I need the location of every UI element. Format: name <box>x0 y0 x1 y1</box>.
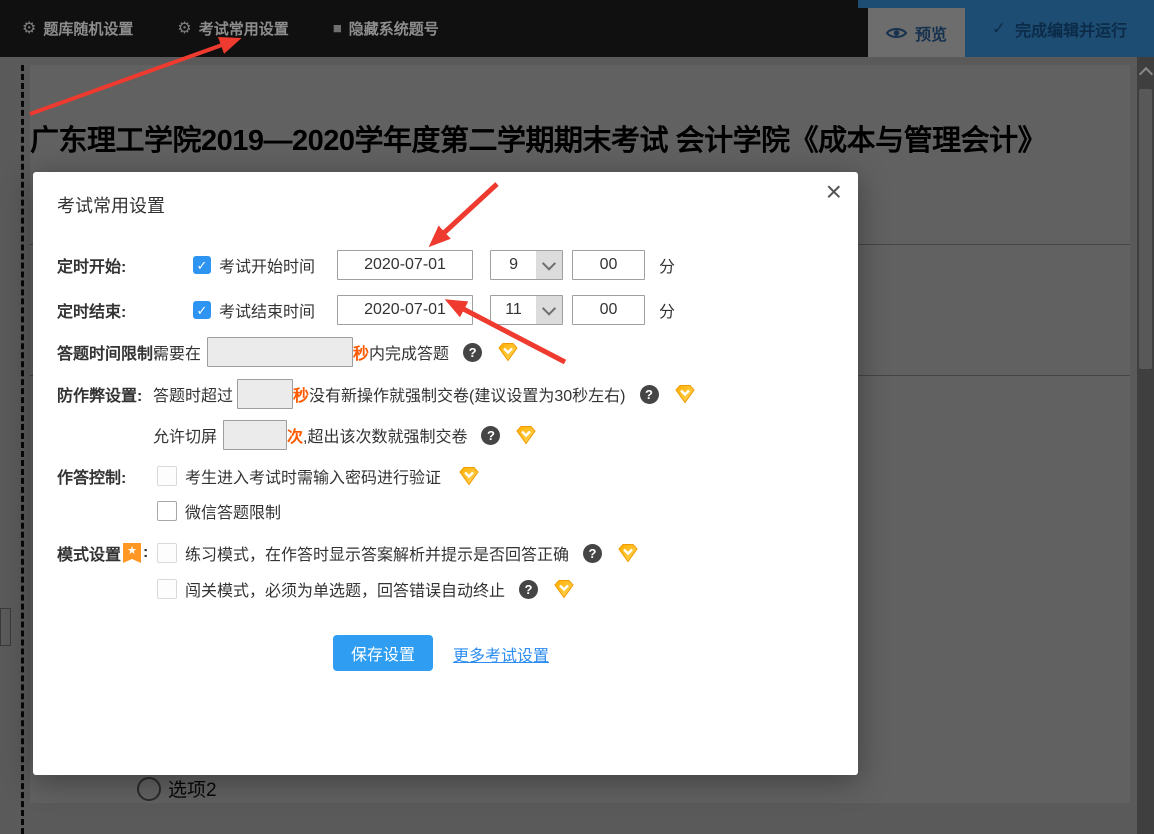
mode-label-colon: : <box>143 544 149 561</box>
switch-count-input[interactable] <box>223 420 288 450</box>
mode-label: 模式设置 ★ : <box>57 540 148 566</box>
end-minute-input[interactable] <box>572 295 646 325</box>
close-icon[interactable]: × <box>826 178 842 206</box>
top-toolbar: ⚙ 题库随机设置 ⚙ 考试常用设置 ■ 隐藏系统题号 预览 ✓ 完成编辑并运行 <box>0 0 1154 57</box>
star-icon: ★ <box>127 545 137 557</box>
row-label: 作答控制: <box>57 470 127 487</box>
scroll-up-arrow-icon[interactable] <box>1138 66 1154 82</box>
row-anti-cheat: 防作弊设置: 答题时超过 秒 没有新操作就强制交卷(建议设置为30秒左右) ? <box>33 378 858 410</box>
help-icon[interactable]: ? <box>583 543 603 563</box>
row-label: 答题时间限制: <box>57 346 159 363</box>
exam-settings-modal: 考试常用设置 × 定时开始: ✓ 考试开始时间 9 分 定时结束: ✓ 考试结束… <box>33 172 858 775</box>
tab-label: 题库随机设置 <box>43 21 134 38</box>
tab-label: 隐藏系统题号 <box>348 21 439 38</box>
password-label: 考生进入考试时需输入密码进行验证 <box>185 470 442 487</box>
seconds-unit: 秒 <box>293 388 310 405</box>
row-time-limit: 答题时间限制: 需要在 秒 内完成答题 ? <box>33 336 858 368</box>
vip-gem-icon <box>498 343 518 362</box>
help-icon[interactable]: ? <box>519 579 539 599</box>
finish-label: 完成编辑并运行 <box>1015 22 1128 40</box>
check-icon: ✓ <box>196 257 208 273</box>
screen-switch-after: ,超出该次数就强制交卷 <box>303 429 468 446</box>
help-icon[interactable]: ? <box>463 342 483 362</box>
end-date-input[interactable] <box>337 295 474 325</box>
end-time-label: 考试结束时间 <box>219 304 316 321</box>
help-icon[interactable]: ? <box>639 384 659 404</box>
check-icon: ✓ <box>991 18 1007 38</box>
tab-hide-system-numbers[interactable]: ■ 隐藏系统题号 <box>333 18 439 39</box>
finish-edit-run-button[interactable]: ✓ 完成编辑并运行 <box>965 0 1154 57</box>
start-time-label: 考试开始时间 <box>219 259 316 276</box>
check-icon: ✓ <box>196 302 208 318</box>
screen-switch-before: 允许切屏 <box>153 429 218 446</box>
star-badge-icon: ★ <box>123 543 142 563</box>
eye-icon <box>885 27 907 38</box>
idle-seconds-input[interactable] <box>237 379 294 409</box>
time-limit-input[interactable] <box>207 337 354 367</box>
chevron-down-icon <box>536 251 563 279</box>
wechat-checkbox[interactable] <box>157 501 177 521</box>
gear-icon: ⚙ <box>22 19 37 37</box>
start-date-input[interactable] <box>337 250 474 280</box>
vip-gem-icon <box>459 467 479 486</box>
tab-question-bank-random-settings[interactable]: ⚙ 题库随机设置 <box>22 18 133 39</box>
practice-mode-label: 练习模式，在作答时显示答案解析并提示是否回答正确 <box>185 547 570 564</box>
row-mode-practice: 模式设置 ★ : 练习模式，在作答时显示答案解析并提示是否回答正确 ? <box>33 540 858 566</box>
scrollbar-thumb[interactable] <box>1139 89 1152 369</box>
times-unit: 次 <box>287 429 304 446</box>
anti-cheat-before: 答题时超过 <box>153 388 234 405</box>
row-label: 定时开始: <box>57 259 127 276</box>
password-checkbox[interactable] <box>157 466 177 486</box>
vertical-scrollbar[interactable] <box>1137 57 1154 834</box>
toolbar-tabs: ⚙ 题库随机设置 ⚙ 考试常用设置 ■ 隐藏系统题号 <box>22 0 439 57</box>
start-minute-input[interactable] <box>572 250 646 280</box>
row-label: 定时结束: <box>57 304 127 321</box>
end-hour-select[interactable]: 11 <box>490 295 564 325</box>
wechat-label: 微信答题限制 <box>185 505 282 522</box>
tab-label: 考试常用设置 <box>198 21 289 38</box>
minute-unit-label: 分 <box>659 259 676 276</box>
start-time-checkbox[interactable]: ✓ <box>193 256 211 274</box>
row-label: 防作弊设置: <box>57 388 143 405</box>
time-limit-before: 需要在 <box>153 346 202 363</box>
anti-cheat-after: 没有新操作就强制交卷(建议设置为30秒左右) <box>309 388 626 405</box>
end-hour-value: 11 <box>505 301 522 318</box>
time-limit-after: 内完成答题 <box>369 346 450 363</box>
tab-exam-common-settings[interactable]: ⚙ 考试常用设置 <box>177 18 288 39</box>
row-mode-challenge: 闯关模式，必须为单选题，回答错误自动终止 ? <box>33 576 858 602</box>
preview-button[interactable]: 预览 <box>868 8 965 57</box>
row-answer-control: 作答控制: 考生进入考试时需输入密码进行验证 <box>33 463 858 489</box>
row-scheduled-start: 定时开始: ✓ 考试开始时间 9 分 <box>33 249 858 281</box>
start-hour-value: 9 <box>509 256 518 273</box>
gear-icon: ⚙ <box>177 19 192 37</box>
square-icon: ■ <box>332 20 342 37</box>
preview-label: 预览 <box>914 26 947 44</box>
vip-gem-icon <box>618 544 638 563</box>
start-hour-select[interactable]: 9 <box>490 250 564 280</box>
vip-gem-icon <box>674 385 695 404</box>
end-time-checkbox[interactable]: ✓ <box>193 301 211 319</box>
minute-unit-label: 分 <box>659 304 676 321</box>
vip-gem-icon <box>516 426 537 445</box>
mode-label-text: 模式设置 <box>57 547 122 564</box>
modal-title: 考试常用设置 <box>57 196 165 216</box>
help-icon[interactable]: ? <box>481 425 501 445</box>
more-settings-link[interactable]: 更多考试设置 <box>453 642 549 666</box>
row-scheduled-end: 定时结束: ✓ 考试结束时间 11 分 <box>33 294 858 326</box>
vip-gem-icon <box>554 580 574 599</box>
chevron-down-icon <box>536 296 563 324</box>
challenge-mode-label: 闯关模式，必须为单选题，回答错误自动终止 <box>185 583 506 600</box>
save-settings-button[interactable]: 保存设置 <box>333 635 433 671</box>
challenge-mode-checkbox[interactable] <box>157 579 177 599</box>
seconds-unit: 秒 <box>353 346 370 363</box>
practice-mode-checkbox[interactable] <box>157 543 177 563</box>
row-wechat-limit: 微信答题限制 <box>33 498 858 524</box>
row-screen-switch: 允许切屏 次 ,超出该次数就强制交卷 ? <box>33 419 858 451</box>
